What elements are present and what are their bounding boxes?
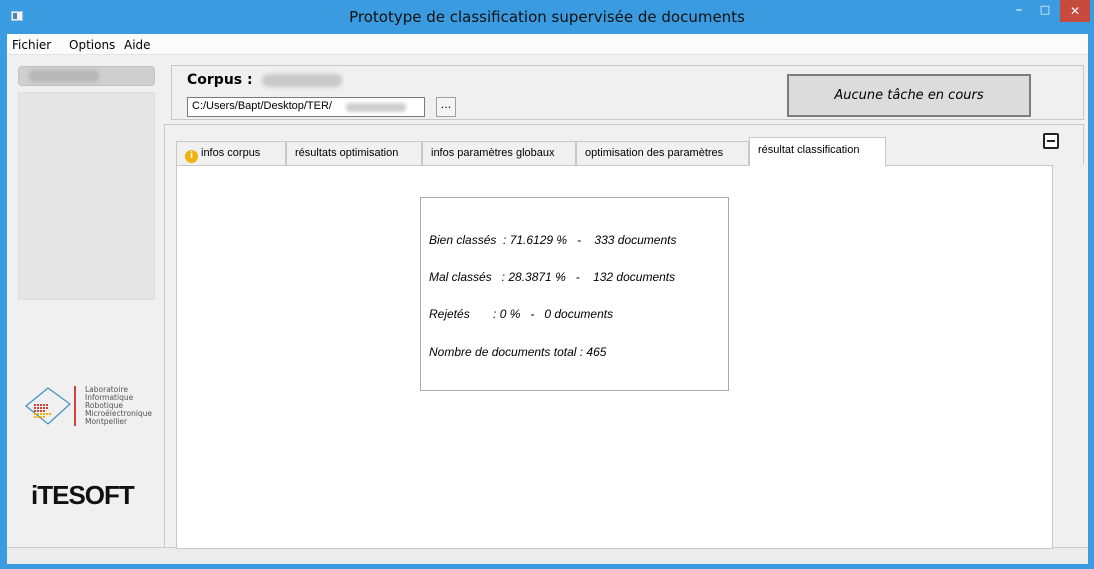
- mal-classes-text: Mal classés : 28.3871 % - 132 documents: [429, 270, 676, 284]
- lirmm-label: Laboratoire Informatique Robotique Micro…: [85, 385, 153, 426]
- rejetes-text: Rejetés : 0 % - 0 documents: [429, 307, 614, 321]
- task-status-button[interactable]: Aucune tâche en cours: [787, 74, 1031, 117]
- window-title: Prototype de classification supervisée d…: [349, 8, 745, 26]
- status-bar: [7, 547, 1088, 564]
- sidebar-header: [18, 66, 155, 86]
- tab-resultat-classification[interactable]: résultat classification: [749, 137, 886, 166]
- corpus-panel: Corpus : C:/Users/Bapt/Desktop/TER/ ... …: [171, 65, 1084, 120]
- redacted-path: [346, 103, 406, 112]
- client-area: Fichier Options Aide Laboratoire Informa…: [7, 34, 1088, 564]
- tab-optimisation-parametres[interactable]: optimisation des paramètres: [576, 141, 749, 165]
- application-window: Prototype de classification supervisée d…: [0, 0, 1094, 569]
- tab-content-panel: Bien classés : 71.6129 % - 333 documents…: [176, 165, 1053, 549]
- lirmm-logo: Laboratoire Informatique Robotique Micro…: [22, 382, 162, 442]
- tab-infos-corpus[interactable]: i infos corpus: [176, 141, 286, 165]
- menu-aide[interactable]: Aide: [124, 38, 151, 52]
- sidebar-panel: [18, 92, 155, 300]
- info-icon: i: [185, 150, 198, 163]
- menu-fichier[interactable]: Fichier: [12, 38, 51, 52]
- corpus-label: Corpus :: [187, 72, 253, 88]
- close-button[interactable]: ✕: [1060, 0, 1090, 22]
- classification-results: Bien classés : 71.6129 % - 333 documents…: [420, 197, 729, 391]
- redacted-text: [29, 70, 99, 82]
- tab-infos-parametres-globaux[interactable]: infos paramètres globaux: [422, 141, 576, 165]
- itesoft-logo: iTESOFT: [31, 480, 135, 510]
- maximize-button[interactable]: □: [1032, 0, 1058, 22]
- bien-classes-text: Bien classés : 71.6129 % - 333 documents: [429, 233, 677, 247]
- title-bar[interactable]: Prototype de classification supervisée d…: [0, 0, 1094, 34]
- lirmm-emblem-icon: [25, 386, 76, 426]
- browse-button[interactable]: ...: [436, 97, 456, 117]
- corpus-path-input[interactable]: C:/Users/Bapt/Desktop/TER/: [187, 97, 425, 117]
- tabs-container: i infos corpus résultats optimisation inf…: [164, 124, 1084, 549]
- collapse-button[interactable]: [1043, 133, 1059, 149]
- minimize-button[interactable]: –: [1006, 0, 1032, 22]
- total-documents-text: Nombre de documents total : 465: [429, 345, 607, 359]
- menu-bar: Fichier Options Aide: [7, 34, 1088, 55]
- redacted-corpus-name: [262, 74, 342, 87]
- tab-resultats-optimisation[interactable]: résultats optimisation: [286, 141, 422, 165]
- vertical-scrollbar[interactable]: [1053, 165, 1084, 549]
- menu-options[interactable]: Options: [69, 38, 115, 52]
